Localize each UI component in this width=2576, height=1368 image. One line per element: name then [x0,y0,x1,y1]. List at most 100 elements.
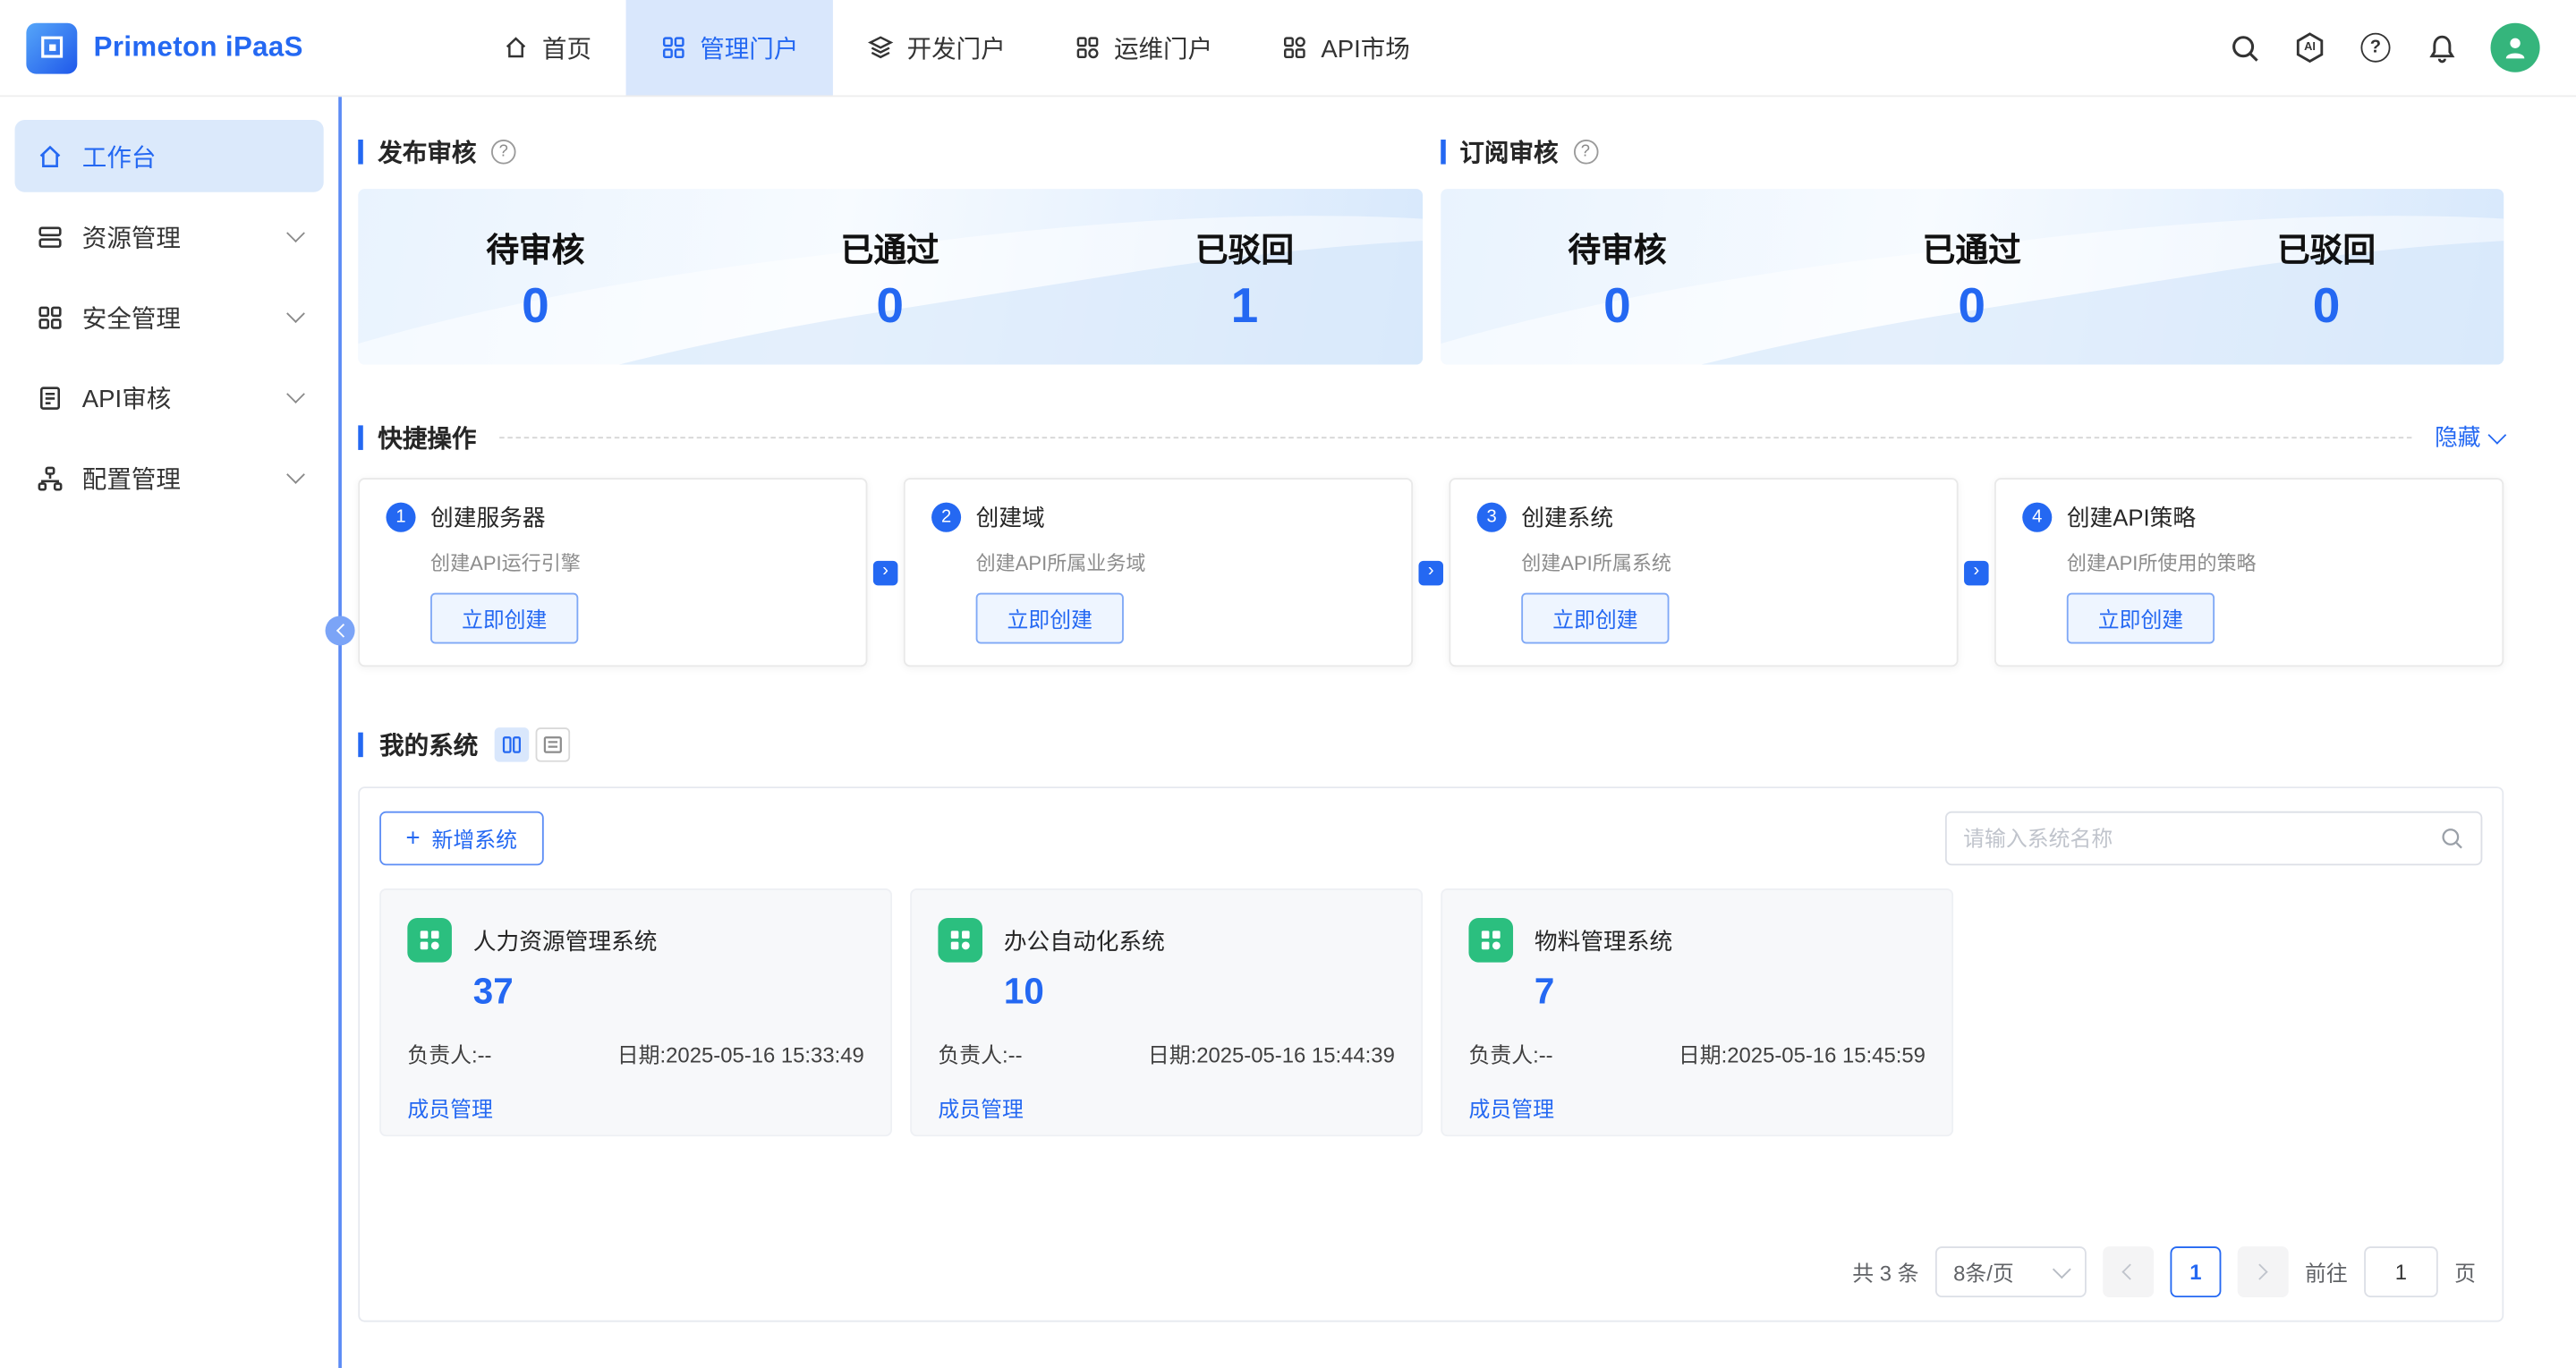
step-number-badge: 3 [1477,503,1507,532]
next-page-button[interactable] [2238,1246,2289,1297]
brand-name: Primeton iPaaS [94,31,303,64]
stat-value: 0 [522,282,549,331]
section-title: 发布审核 [378,134,476,169]
nav-item-home[interactable]: 首页 [468,0,625,95]
subscribe-review-stats-card: 待审核 0 已通过 0 已驳回 0 [1440,189,2504,364]
goto-page-input[interactable] [2364,1246,2438,1297]
ai-assistant-icon[interactable]: AI [2293,31,2326,64]
card-view-button[interactable] [495,727,530,762]
stat-pending: 待审核 0 [1440,189,1794,364]
sidebar-item-label: 配置管理 [82,461,181,496]
member-management-link[interactable]: 成员管理 [938,1092,1394,1124]
system-name: 办公自动化系统 [1004,923,1165,956]
system-api-count: 37 [473,971,864,1014]
list-view-icon [542,734,564,755]
system-card-oa: 办公自动化系统 10 负责人:-- 日期:2025-05-16 15:44:39… [910,888,1423,1136]
add-system-label: 新增系统 [431,823,517,854]
arrow-right-icon: › [1418,560,1443,585]
stat-pending: 待审核 0 [358,189,712,364]
system-icon [1468,918,1513,963]
sidebar-item-label: 资源管理 [82,219,181,254]
create-now-button[interactable]: 立即创建 [1521,593,1669,644]
step-number-badge: 1 [386,503,415,532]
system-owner: 负责人:-- [1468,1038,1552,1069]
my-systems-header: 我的系统 [358,727,2504,762]
nav-item-ops-portal[interactable]: 运维门户 [1040,0,1246,95]
prev-page-button[interactable] [2103,1246,2154,1297]
nav-item-api-market[interactable]: API市场 [1247,0,1445,95]
connector: › [1959,478,1994,667]
search-icon[interactable] [2228,31,2261,64]
stat-approved: 已通过 0 [713,189,1067,364]
card-header: 人力资源管理系统 [407,918,863,963]
sidebar-item-config[interactable]: 配置管理 [15,442,324,514]
systems-toolbar: + 新增系统 [379,811,2482,866]
card-header: 物料管理系统 [1468,918,1925,963]
hide-quick-actions-link[interactable]: 隐藏 [2435,421,2504,454]
user-avatar[interactable] [2491,23,2540,72]
help-icon[interactable]: ? [1573,139,1598,164]
resources-icon [36,223,64,251]
nav-item-admin-portal[interactable]: 管理门户 [626,0,833,95]
help-icon[interactable]: ? [2359,31,2393,64]
arrow-right-icon: › [1964,560,1989,585]
create-now-button[interactable]: 立即创建 [2067,593,2215,644]
member-management-link[interactable]: 成员管理 [407,1092,863,1124]
stat-value: 0 [876,282,904,331]
step-number-badge: 4 [2022,503,2052,532]
security-icon [36,303,64,331]
stat-approved: 已通过 0 [1795,189,2149,364]
nav-item-dev-portal[interactable]: 开发门户 [833,0,1040,95]
my-systems-section: 我的系统 [358,727,2504,1321]
quick-actions-header: 快捷操作 隐藏 [358,422,2504,452]
section-accent-bar [358,733,363,758]
card-header: 办公自动化系统 [938,918,1394,963]
sidebar-item-workbench[interactable]: 工作台 [15,120,324,192]
top-header: Primeton iPaaS 首页 管理门户 开发门户 [0,0,2576,97]
system-date: 日期:2025-05-16 15:44:39 [1148,1038,1395,1069]
help-icon[interactable]: ? [491,139,516,164]
system-owner: 负责人:-- [938,1038,1022,1069]
page-number-1[interactable]: 1 [2170,1246,2221,1297]
card-view-icon [501,734,523,755]
system-date: 日期:2025-05-16 15:45:59 [1679,1038,1926,1069]
config-tree-icon [36,464,64,492]
sidebar-item-label: 安全管理 [82,300,181,335]
sidebar: 工作台 资源管理 安全管理 API审 [0,97,342,1368]
chevron-down-icon [286,224,305,242]
ai-label: AI [2304,42,2316,54]
sidebar-collapse-button[interactable] [326,616,355,645]
system-name: 人力资源管理系统 [473,923,658,956]
section-accent-bar [1440,139,1445,164]
list-view-button[interactable] [536,727,571,762]
sidebar-item-resources[interactable]: 资源管理 [15,200,324,273]
add-system-button[interactable]: + 新增系统 [379,811,543,866]
main-content: 发布审核 ? 待审核 0 已通过 0 已驳回 [342,97,2576,1368]
card-header: 4 创建API策略 [2022,501,2476,534]
system-search-input[interactable] [1963,826,2439,851]
bell-icon[interactable] [2425,31,2458,64]
create-now-button[interactable]: 立即创建 [976,593,1124,644]
sidebar-item-api-review[interactable]: API审核 [15,361,324,434]
stat-label: 已驳回 [2277,223,2376,270]
system-icon [938,918,982,963]
sidebar-item-security[interactable]: 安全管理 [15,281,324,353]
workbench-icon [36,142,64,170]
chevron-down-icon [286,304,305,323]
page-size-select[interactable]: 8条/页 [1935,1246,2087,1297]
goto-label: 前往 [2305,1256,2348,1287]
system-meta: 负责人:-- 日期:2025-05-16 15:44:39 [938,1038,1394,1069]
chevron-down-icon [2053,1260,2071,1279]
system-search-box [1945,811,2482,866]
create-now-button[interactable]: 立即创建 [430,593,578,644]
section-title: 我的系统 [379,727,478,762]
system-date: 日期:2025-05-16 15:33:49 [617,1038,864,1069]
nav-item-label: API市场 [1321,30,1409,65]
member-management-link[interactable]: 成员管理 [1468,1092,1925,1124]
stat-label: 待审核 [1568,223,1666,270]
quick-action-card-create-api-policy: 4 创建API策略 创建API所使用的策略 立即创建 [1994,478,2504,667]
header-actions: AI ? [2228,0,2576,95]
card-header: 1 创建服务器 [386,501,839,534]
card-description: 创建API运行引擎 [430,548,839,576]
system-cards: 人力资源管理系统 37 负责人:-- 日期:2025-05-16 15:33:4… [379,888,2482,1136]
